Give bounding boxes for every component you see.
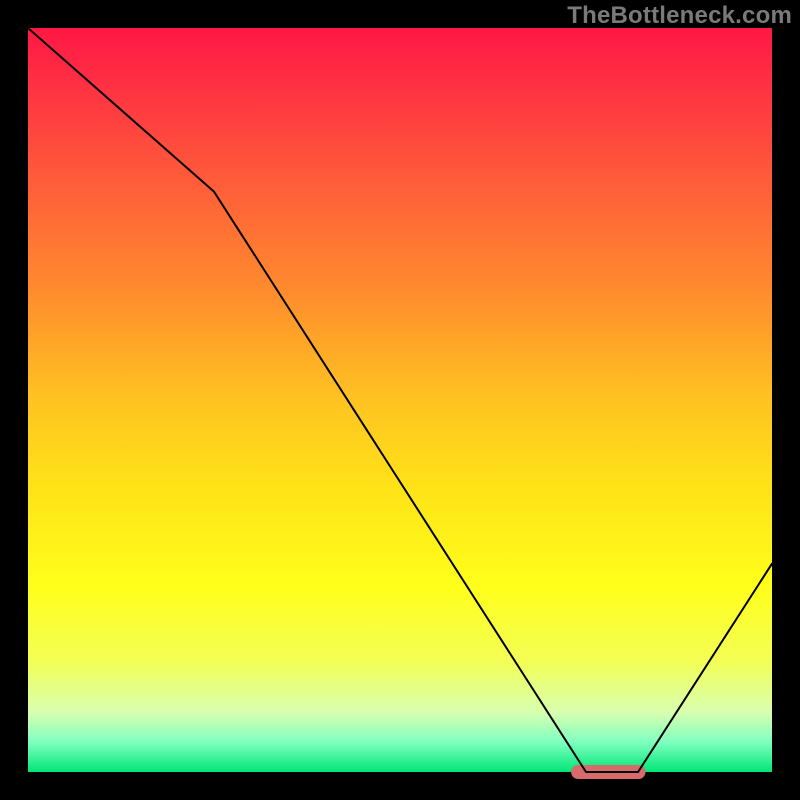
gradient-background [28,28,772,772]
chart-svg [0,0,800,800]
bottleneck-chart: TheBottleneck.com [0,0,800,800]
plot-area [28,28,772,779]
